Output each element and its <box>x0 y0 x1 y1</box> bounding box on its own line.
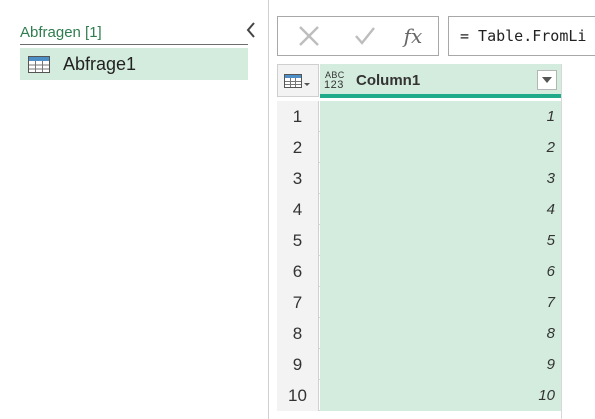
row-number[interactable]: 6 <box>277 256 319 287</box>
formula-input[interactable]: = Table.FromLi <box>448 16 595 56</box>
column-header-column1[interactable]: ABC 123 Column1 <box>320 64 561 98</box>
column-filter-button[interactable] <box>537 70 557 90</box>
collapse-pane-button[interactable] <box>242 18 260 42</box>
table-cell[interactable]: 4 <box>320 194 561 225</box>
table-cell[interactable]: 5 <box>320 225 561 256</box>
row-number[interactable]: 7 <box>277 287 319 318</box>
table-row: 10 10 <box>277 380 561 411</box>
row-number[interactable]: 5 <box>277 225 319 256</box>
table-row: 66 <box>277 256 561 287</box>
table-cell[interactable]: 6 <box>320 256 561 287</box>
cancel-edit-button[interactable] <box>294 21 324 51</box>
chevron-left-icon <box>246 22 255 38</box>
table-row: 33 <box>277 163 561 194</box>
query-item-label: Abfrage1 <box>63 53 137 74</box>
queries-pane: Abfragen [1] Abfrage1 <box>0 0 268 419</box>
row-number[interactable]: 1 <box>277 101 319 132</box>
formula-buttons: fx <box>277 16 439 56</box>
row-number[interactable]: 2 <box>277 132 319 163</box>
pane-divider[interactable] <box>268 0 269 419</box>
row-number[interactable]: 4 <box>277 194 319 225</box>
close-icon <box>299 26 319 46</box>
column-name: Column1 <box>356 72 421 89</box>
table-cell[interactable]: 9 <box>320 349 561 380</box>
table-icon <box>28 55 50 73</box>
table-row: 44 <box>277 194 561 225</box>
checkmark-icon <box>355 27 375 45</box>
table-row: 88 <box>277 318 561 349</box>
column-quality-bar <box>320 94 561 98</box>
table-cell[interactable]: 7 <box>320 287 561 318</box>
table-cell[interactable]: 2 <box>320 132 561 163</box>
table-menu-icon <box>284 73 310 88</box>
row-number[interactable]: 10 <box>277 380 319 411</box>
row-number[interactable]: 3 <box>277 163 319 194</box>
data-type-any-icon[interactable]: ABC 123 <box>324 70 348 92</box>
table-row: 11 <box>277 101 561 132</box>
queries-header: Abfragen [1] <box>20 24 248 45</box>
commit-edit-button[interactable] <box>350 21 380 51</box>
grid-right-border <box>561 64 562 419</box>
table-cell[interactable]: 8 <box>320 318 561 349</box>
table-row: 99 <box>277 349 561 380</box>
table-options-button[interactable] <box>277 64 319 97</box>
row-number[interactable]: 9 <box>277 349 319 380</box>
row-number[interactable]: 8 <box>277 318 319 349</box>
table-cell[interactable]: 3 <box>320 163 561 194</box>
table-cell[interactable]: 1 <box>320 101 561 132</box>
table-row: 55 <box>277 225 561 256</box>
dropdown-arrow-icon <box>542 77 552 83</box>
table-cell[interactable]: 10 <box>320 380 561 411</box>
insert-function-button[interactable]: fx <box>398 21 428 51</box>
data-grid: ABC 123 Column1 1 1 2 2 3 3 4 4 5 5 6 6 7 7 8 8 9 9 10 10 <box>277 64 561 419</box>
grid-rows: 1 1 2 2 3 3 4 4 5 5 6 6 7 7 8 8 9 9 10 10 <box>277 101 561 411</box>
table-row: 22 <box>277 132 561 163</box>
query-item-abfrage1[interactable]: Abfrage1 <box>20 48 248 80</box>
table-row: 77 <box>277 287 561 318</box>
